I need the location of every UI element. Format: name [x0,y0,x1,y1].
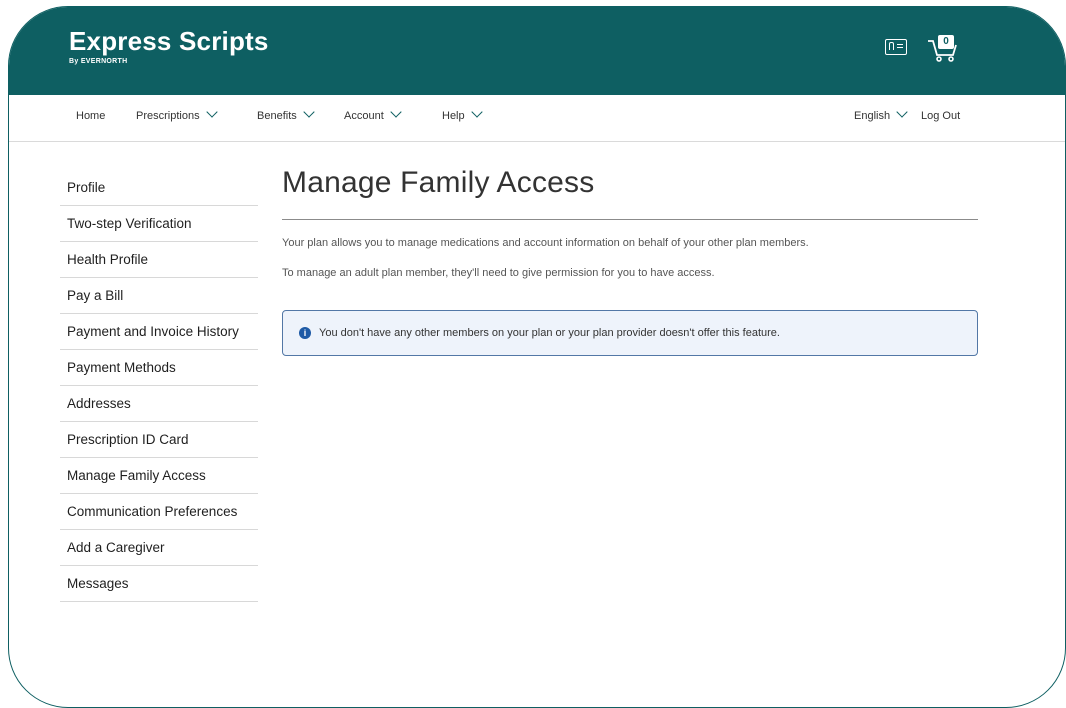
info-icon: i [299,327,311,339]
nav-benefits[interactable]: Benefits [257,106,315,122]
sidebar-item-payment-invoice-history[interactable]: Payment and Invoice History [60,314,258,350]
sidebar-item-messages[interactable]: Messages [60,566,258,602]
account-sidebar: Profile Two-step Verification Health Pro… [60,170,258,602]
nav-account[interactable]: Account [344,106,402,122]
nav-benefits-label: Benefits [257,110,297,122]
sidebar-item-payment-methods[interactable]: Payment Methods [60,350,258,386]
permission-paragraph: To manage an adult plan member, they'll … [282,267,715,279]
title-divider [282,219,978,220]
sidebar-item-profile[interactable]: Profile [60,170,258,206]
brand-logo[interactable]: Express Scripts By EVERNORTH [69,27,269,65]
nav-prescriptions[interactable]: Prescriptions [136,106,218,122]
cart-count-badge: 0 [938,35,954,49]
chevron-down-icon [390,106,402,118]
sidebar-item-pay-a-bill[interactable]: Pay a Bill [60,278,258,314]
sidebar-item-health-profile[interactable]: Health Profile [60,242,258,278]
brand-sub-name: EVERNORTH [80,58,128,65]
id-card-icon[interactable] [885,39,907,55]
brand-name: Express Scripts [69,26,269,56]
sidebar-item-manage-family-access[interactable]: Manage Family Access [60,458,258,494]
main-content: Manage Family Access Your plan allows yo… [282,163,978,356]
intro-paragraph: Your plan allows you to manage medicatio… [282,237,809,249]
alert-text: You don't have any other members on your… [319,327,780,339]
sidebar-item-add-caregiver[interactable]: Add a Caregiver [60,530,258,566]
sidebar-item-prescription-id-card[interactable]: Prescription ID Card [60,422,258,458]
chevron-down-icon [896,106,908,118]
nav-home[interactable]: Home [76,110,105,122]
nav-home-label: Home [76,110,106,122]
brand-sub: By EVERNORTH [69,58,269,65]
chevron-down-icon [303,106,315,118]
sidebar-item-addresses[interactable]: Addresses [60,386,258,422]
sidebar-item-communication-preferences[interactable]: Communication Preferences [60,494,258,530]
cart-icon[interactable]: 0 [927,35,961,62]
site-header: Express Scripts By EVERNORTH 0 [9,7,1065,95]
page-title: Manage Family Access [282,166,595,199]
brand-sub-prefix: By [69,58,79,65]
sidebar-item-two-step-verification[interactable]: Two-step Verification [60,206,258,242]
language-label: English [854,110,891,122]
nav-account-label: Account [344,110,384,122]
chevron-down-icon [205,106,218,118]
language-selector[interactable]: English [854,106,908,122]
chevron-down-icon [470,106,483,118]
nav-help[interactable]: Help [442,106,483,122]
nav-help-label: Help [442,110,465,122]
logout-link[interactable]: Log Out [921,110,960,122]
logout-label: Log Out [921,110,961,122]
top-nav: Home Prescriptions Benefits Account Help… [9,95,1065,142]
nav-prescriptions-label: Prescriptions [136,110,200,122]
info-alert: i You don't have any other members on yo… [282,310,978,356]
